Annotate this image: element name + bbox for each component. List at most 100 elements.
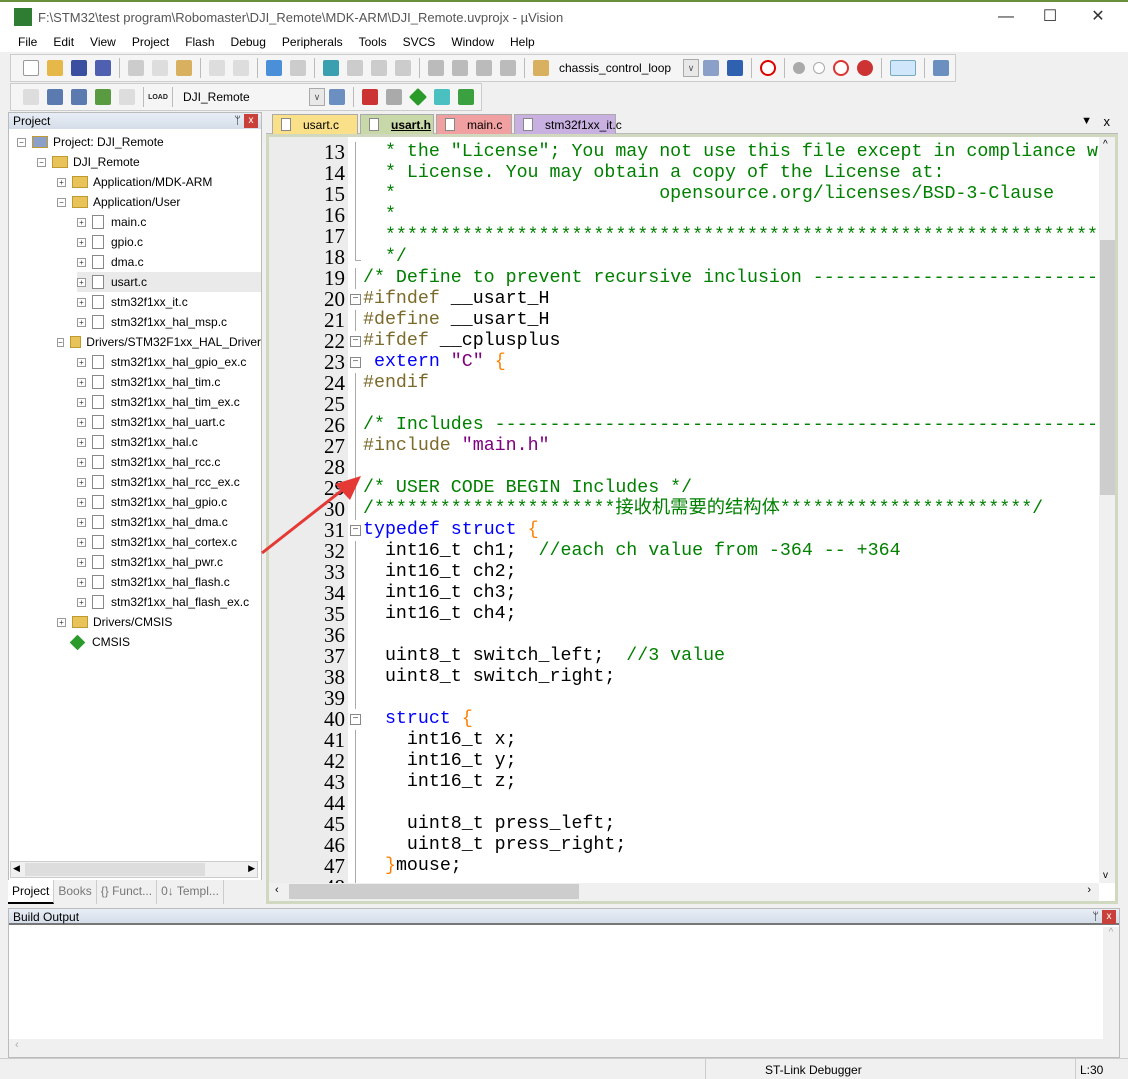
scroll-thumb[interactable] (1100, 240, 1115, 495)
target-select[interactable]: DJI_Remote (177, 87, 309, 107)
expand-icon[interactable]: + (77, 417, 86, 427)
fold-collapse-icon[interactable]: − (350, 336, 361, 347)
tab-list-dropdown[interactable]: ▼ (1081, 115, 1092, 127)
code-area[interactable]: 13 * the "License"; You may not use this… (269, 142, 1115, 898)
next-bookmark-icon[interactable] (371, 60, 387, 76)
fold-collapse-icon[interactable]: − (350, 294, 361, 305)
project-horizontal-scrollbar[interactable]: ◀ ▶ (10, 861, 258, 878)
window-layout-icon[interactable] (890, 60, 916, 76)
find-icon[interactable] (703, 60, 719, 76)
editor-vertical-scrollbar[interactable]: ^ v (1099, 137, 1115, 883)
close-panel-button[interactable]: x (244, 114, 258, 128)
tree-item[interactable]: + stm32f1xx_hal_tim_ex.c (77, 392, 261, 412)
expand-icon[interactable]: + (77, 317, 86, 327)
find-dropdown[interactable]: ∨ (683, 59, 699, 77)
close-build-output-button[interactable]: x (1102, 910, 1116, 924)
kill-breakpoints-icon[interactable] (857, 60, 873, 76)
expand-icon[interactable]: + (77, 517, 86, 527)
code-editor[interactable]: 13 * the "License"; You may not use this… (266, 134, 1118, 904)
tree-item[interactable]: − Project: DJI_Remote (17, 132, 261, 152)
manage-multi-project-icon[interactable] (386, 89, 402, 105)
menu-edit[interactable]: Edit (45, 32, 82, 52)
menu-file[interactable]: File (0, 32, 45, 52)
expand-icon[interactable]: + (77, 257, 86, 267)
tree-item[interactable]: − DJI_Remote (37, 152, 261, 172)
build-icon[interactable] (47, 89, 63, 105)
tree-item[interactable]: + Drivers/CMSIS (57, 612, 261, 632)
expand-icon[interactable]: + (77, 537, 86, 547)
build-vertical-scrollbar[interactable]: ^ (1103, 927, 1119, 1039)
indent-icon[interactable] (428, 60, 444, 76)
target-options-icon[interactable] (329, 89, 345, 105)
pin-icon[interactable]: ᛘ (1092, 909, 1099, 925)
insert-breakpoint-icon[interactable] (793, 62, 805, 74)
expand-icon[interactable]: + (77, 457, 86, 467)
tree-item[interactable]: + stm32f1xx_hal_gpio.c (77, 492, 261, 512)
prev-bookmark-icon[interactable] (347, 60, 363, 76)
expand-icon[interactable]: + (77, 217, 86, 227)
fold-collapse-icon[interactable]: − (350, 357, 361, 368)
build-output-text[interactable] (9, 927, 1103, 1039)
collapse-icon[interactable]: − (17, 137, 26, 147)
expand-icon[interactable]: + (77, 477, 86, 487)
unindent-icon[interactable] (452, 60, 468, 76)
incremental-find-icon[interactable] (727, 60, 743, 76)
expand-icon[interactable]: + (77, 357, 86, 367)
tab-main-c[interactable]: main.c (436, 114, 512, 134)
file-extensions-icon[interactable] (362, 89, 378, 105)
redo-icon[interactable] (233, 60, 249, 76)
uncomment-icon[interactable] (500, 60, 516, 76)
expand-icon[interactable]: + (77, 597, 86, 607)
tree-item[interactable]: + stm32f1xx_hal_flash.c (77, 572, 261, 592)
tree-item[interactable]: + stm32f1xx_hal_dma.c (77, 512, 261, 532)
build-horizontal-scrollbar[interactable]: ‹ (9, 1039, 1119, 1057)
pack-installer-icon[interactable] (458, 89, 474, 105)
save-icon[interactable] (71, 60, 87, 76)
find-combo[interactable]: chassis_control_loop (553, 58, 683, 78)
tab-books[interactable]: Books (54, 880, 97, 904)
target-dropdown[interactable]: ∨ (309, 88, 325, 106)
select-software-packs-icon[interactable] (434, 89, 450, 105)
debug-session-icon[interactable] (760, 60, 776, 76)
tree-item[interactable]: + stm32f1xx_hal.c (77, 432, 261, 452)
enable-breakpoint-icon[interactable] (813, 62, 825, 74)
save-all-icon[interactable] (95, 60, 111, 76)
menu-project[interactable]: Project (124, 32, 177, 52)
tab-usart-h[interactable]: usart.h (360, 114, 434, 134)
menu-help[interactable]: Help (502, 32, 543, 52)
cut-icon[interactable] (128, 60, 144, 76)
menu-view[interactable]: View (82, 32, 124, 52)
expand-icon[interactable]: + (77, 237, 86, 247)
configure-wrench-icon[interactable] (933, 60, 949, 76)
tree-item[interactable]: + stm32f1xx_hal_rcc_ex.c (77, 472, 261, 492)
menu-flash[interactable]: Flash (177, 32, 222, 52)
batch-build-icon[interactable] (95, 89, 111, 105)
clear-bookmarks-icon[interactable] (395, 60, 411, 76)
menu-window[interactable]: Window (443, 32, 502, 52)
copy-icon[interactable] (152, 60, 168, 76)
tree-item[interactable]: + stm32f1xx_hal_msp.c (77, 312, 261, 332)
tree-item[interactable]: + stm32f1xx_it.c (77, 292, 261, 312)
tree-item[interactable]: − Drivers/STM32F1xx_HAL_Driver (57, 332, 261, 352)
find-in-files-icon[interactable] (533, 60, 549, 76)
expand-icon[interactable]: + (77, 577, 86, 587)
tree-item[interactable]: + gpio.c (77, 232, 261, 252)
expand-icon[interactable]: + (57, 177, 66, 187)
tab-stm32f1xx-it-c[interactable]: stm32f1xx_it.c (514, 114, 622, 134)
menu-peripherals[interactable]: Peripherals (274, 32, 351, 52)
fold-collapse-icon[interactable]: − (350, 714, 361, 725)
navigate-forward-icon[interactable] (290, 60, 306, 76)
manage-run-time-env-icon[interactable] (408, 87, 428, 107)
disable-breakpoints-icon[interactable] (833, 60, 849, 76)
paste-icon[interactable] (176, 60, 192, 76)
collapse-icon[interactable]: − (57, 197, 66, 207)
tree-item[interactable]: + dma.c (77, 252, 261, 272)
tree-item[interactable]: + main.c (77, 212, 261, 232)
tree-item[interactable]: + stm32f1xx_hal_pwr.c (77, 552, 261, 572)
tab-usart-c[interactable]: usart.c (272, 114, 358, 134)
hscroll-thumb[interactable] (289, 884, 579, 899)
menu-svcs[interactable]: SVCS (395, 32, 444, 52)
tree-item[interactable]: + Application/MDK-ARM (57, 172, 261, 192)
tree-item[interactable]: + stm32f1xx_hal_cortex.c (77, 532, 261, 552)
pin-icon[interactable]: ᛘ (234, 113, 241, 129)
